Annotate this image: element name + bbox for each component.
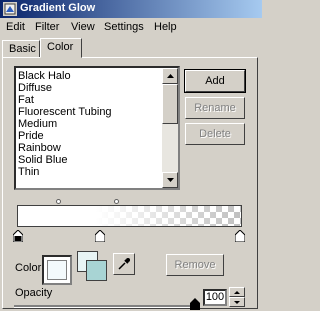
gradient-midpoint-handle[interactable] [114,199,119,204]
gradient-stop-transparent[interactable] [235,230,245,242]
opacity-increment-button[interactable] [229,287,245,297]
title-bar: Gradient Glow [0,0,262,18]
opacity-spinner[interactable] [229,287,245,307]
list-item[interactable]: Fat [18,94,162,106]
scroll-down-button[interactable] [162,172,178,188]
recent-colors-swatch[interactable] [77,251,107,281]
tab-color[interactable]: Color [40,38,82,58]
preset-scrollbar[interactable] [162,68,178,188]
window-title: Gradient Glow [20,2,96,14]
tab-strip: Basic Color [0,38,262,58]
gradient-preview-bar[interactable] [17,205,242,227]
gradient-stop-black[interactable] [13,230,23,242]
rename-button[interactable]: Rename [185,97,245,119]
delete-button[interactable]: Delete [185,123,245,145]
menu-help[interactable]: Help [154,21,177,33]
scroll-up-button[interactable] [162,68,178,84]
opacity-slider-track[interactable] [14,305,200,308]
eyedropper-button[interactable] [113,253,135,275]
menu-view[interactable]: View [71,21,95,33]
tab-basic[interactable]: Basic [2,40,40,58]
scroll-thumb[interactable] [162,84,178,124]
list-item[interactable]: Black Halo [18,70,162,82]
remove-color-button[interactable]: Remove [166,254,224,276]
current-color-swatch[interactable] [42,255,72,285]
gradient-midpoint-handle[interactable] [56,199,61,204]
list-item[interactable]: Solid Blue [18,154,162,166]
arrow-up-icon [234,290,240,294]
list-item[interactable]: Pride [18,130,162,142]
arrow-down-icon [234,300,240,304]
delete-button-label: Delete [199,128,231,140]
arrow-down-icon [166,178,174,182]
list-item[interactable]: Medium [18,118,162,130]
rename-button-label: Rename [194,102,236,114]
opacity-value-input[interactable]: 100 [203,289,227,306]
list-item[interactable]: Diffuse [18,82,162,94]
current-color-fill [47,260,67,280]
arrow-up-icon [166,74,174,78]
add-button-label: Add [205,75,225,87]
opacity-label: Opacity [15,287,53,299]
preset-list[interactable]: Black Halo Diffuse Fat Fluorescent Tubin… [14,66,180,190]
menu-edit[interactable]: Edit [6,21,25,33]
remove-button-label: Remove [174,259,216,271]
eyedropper-icon [118,258,130,270]
list-item[interactable]: Fluorescent Tubing [18,106,162,118]
opacity-decrement-button[interactable] [229,297,245,307]
add-button[interactable]: Add [184,69,246,93]
opacity-slider-thumb[interactable] [190,298,200,310]
menu-filter[interactable]: Filter [35,21,59,33]
app-icon [3,2,17,16]
preset-list-items: Black Halo Diffuse Fat Fluorescent Tubin… [18,70,162,178]
list-item[interactable]: Thin [18,166,162,178]
list-item[interactable]: Rainbow [18,142,162,154]
menu-bar: Edit Filter View Settings Help [0,18,262,37]
color-label: Color [15,262,42,274]
menu-settings[interactable]: Settings [104,21,144,33]
gradient-stop-white[interactable] [95,230,105,242]
tab-basic-label: Basic [9,43,36,55]
tab-color-label: Color [47,41,74,53]
